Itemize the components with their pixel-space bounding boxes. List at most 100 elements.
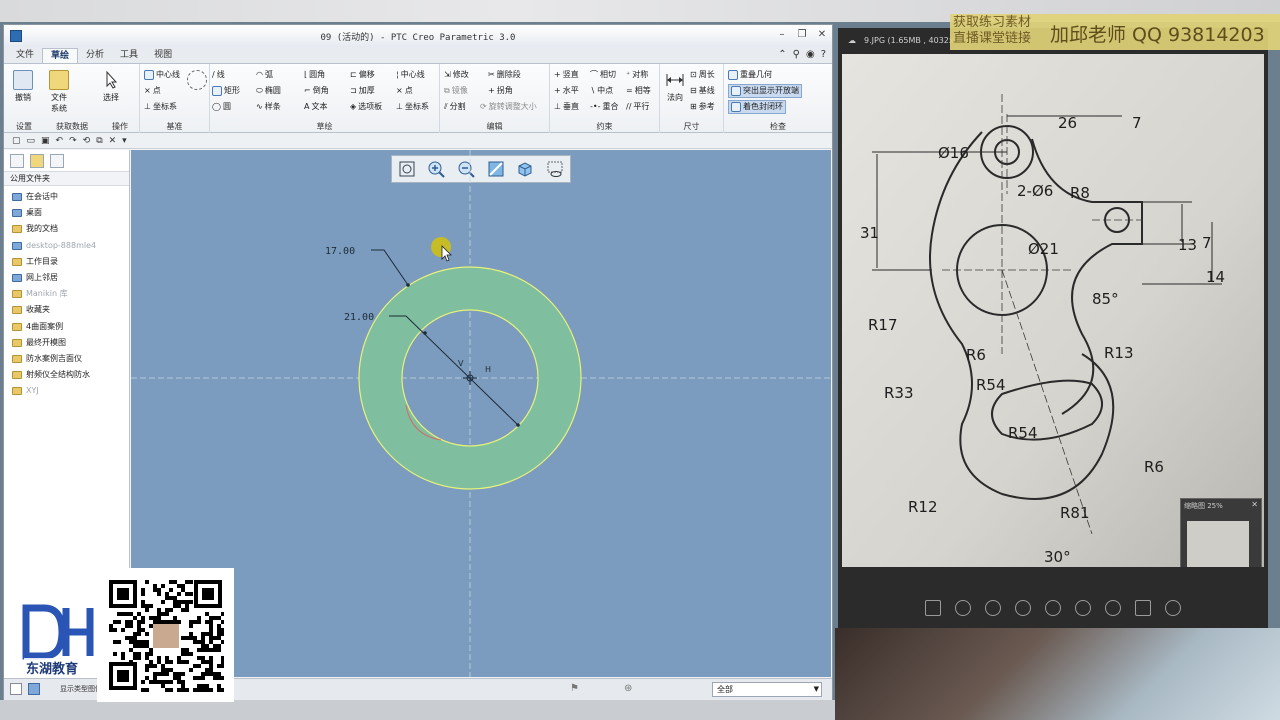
folder-item[interactable]: 网上邻居: [4, 270, 129, 286]
flag-icon[interactable]: ⚑: [570, 683, 579, 694]
arc-button[interactable]: ◠ 弧: [256, 68, 273, 82]
help-icon[interactable]: ?: [821, 49, 826, 60]
collapse-ribbon-icon[interactable]: ⌃: [778, 49, 786, 60]
delete-icon[interactable]: [1135, 600, 1151, 616]
redo-icon[interactable]: ↷: [69, 136, 77, 146]
group-label-get-data[interactable]: 获取数据: [56, 121, 88, 132]
folder-browser-tab-icon[interactable]: [30, 153, 44, 168]
crop-icon[interactable]: [925, 600, 941, 616]
favorites-tab-icon[interactable]: [50, 153, 64, 168]
zoom-in-icon[interactable]: [955, 600, 971, 616]
vertical-constraint-button[interactable]: + 竖直: [554, 68, 579, 82]
fillet-button[interactable]: ⌊ 圆角: [304, 68, 325, 82]
offset-button[interactable]: ⊏ 偏移: [350, 68, 375, 82]
browser-toggle-icon[interactable]: [28, 683, 40, 695]
folder-item[interactable]: 桌面: [4, 205, 129, 221]
more-options-icon[interactable]: [1165, 600, 1181, 616]
group-label-inspect[interactable]: 检查: [724, 121, 832, 132]
perpendicular-constraint-button[interactable]: ⊥ 垂直: [554, 100, 579, 114]
symmetric-constraint-button[interactable]: ⁺ 对称: [626, 68, 648, 82]
overlapping-geometry-button[interactable]: 重叠几何: [728, 68, 772, 82]
sketch-view-button[interactable]: [182, 70, 212, 92]
tab-analysis[interactable]: 分析: [78, 48, 112, 63]
shade-closed-loops-button[interactable]: 着色封闭环: [728, 100, 786, 114]
highlight-open-ends-button[interactable]: 突出显示开放端: [728, 84, 802, 98]
thumbnail-close-icon[interactable]: ✕: [1251, 500, 1258, 509]
divide-button[interactable]: ⫽ 分割: [444, 100, 466, 114]
tab-tools[interactable]: 工具: [112, 48, 146, 63]
regenerate-icon[interactable]: ⟲: [83, 136, 91, 146]
open-file-icon[interactable]: ▭: [27, 136, 36, 146]
datum-centerline-button[interactable]: 中心线: [144, 68, 180, 82]
status-panel-icon[interactable]: [10, 683, 22, 695]
folder-item[interactable]: XYJ: [4, 383, 129, 399]
group-label-edit[interactable]: 编辑: [440, 121, 549, 132]
group-label-settings[interactable]: 设置: [16, 121, 32, 132]
datum-point-button[interactable]: × 点: [144, 84, 161, 98]
group-label-dimension[interactable]: 尺寸: [660, 121, 723, 132]
restore-button[interactable]: ❐: [796, 29, 808, 41]
search-icon[interactable]: ⚲: [793, 49, 800, 60]
tab-sketch[interactable]: 草绘: [42, 48, 79, 63]
sketch-csys-button[interactable]: ⊥ 坐标系: [396, 100, 429, 114]
folder-item[interactable]: 收藏夹: [4, 302, 129, 318]
rotate-resize-button[interactable]: ⟳ 旋转调整大小: [480, 100, 537, 114]
modify-button[interactable]: ⇲ 修改: [444, 68, 469, 82]
rotate-left-icon[interactable]: [1075, 600, 1091, 616]
folder-item[interactable]: 我的文档: [4, 221, 129, 237]
folder-item[interactable]: 4曲面案例: [4, 319, 129, 335]
chamfer-button[interactable]: ⌐ 倒角: [304, 84, 329, 98]
group-label-sketch[interactable]: 草绘: [210, 121, 439, 132]
minimize-button[interactable]: –: [776, 29, 788, 41]
delete-segment-button[interactable]: ✂ 删除段: [488, 68, 521, 82]
model-tree-tab-icon[interactable]: [10, 153, 24, 168]
rotate-right-icon[interactable]: [1105, 600, 1121, 616]
thumbnail-navigator[interactable]: 缩略图 25% ✕: [1180, 498, 1262, 567]
file-system-button[interactable]: 文件 系统: [44, 70, 74, 114]
corner-button[interactable]: + 拐角: [488, 84, 513, 98]
text-button[interactable]: A 文本: [304, 100, 327, 114]
reference-button[interactable]: ⊞ 参考: [690, 100, 715, 114]
group-label-datum[interactable]: 基准: [140, 121, 209, 132]
close-window-icon[interactable]: ✕: [109, 136, 117, 146]
circle-button[interactable]: ◯ 圆: [212, 100, 231, 114]
equal-constraint-button[interactable]: = 相等: [626, 84, 651, 98]
undo-button[interactable]: 撤销: [8, 70, 38, 103]
next-image-icon[interactable]: [1045, 600, 1061, 616]
line-button[interactable]: ∕ 线: [212, 68, 225, 82]
folder-item[interactable]: 在会话中: [4, 189, 129, 205]
folder-item[interactable]: 射频仪全结构防水: [4, 367, 129, 383]
windows-icon[interactable]: ⧉: [96, 136, 102, 146]
baseline-button[interactable]: ⊟ 基线: [690, 84, 715, 98]
folder-item[interactable]: 工作目录: [4, 254, 129, 270]
folder-item[interactable]: Manikin 库: [4, 286, 129, 302]
horizontal-constraint-button[interactable]: + 水平: [554, 84, 579, 98]
parallel-constraint-button[interactable]: //平行: [626, 100, 649, 114]
folder-item[interactable]: 防水案例吉面仪: [4, 351, 129, 367]
group-label-operations[interactable]: 操作: [112, 121, 128, 132]
inner-diameter-dimension[interactable]: 21.00: [344, 312, 374, 323]
help-dropdown-icon[interactable]: ◉: [806, 49, 815, 60]
palette-button[interactable]: ◈ 选项板: [350, 100, 382, 114]
save-icon[interactable]: ▣: [41, 136, 50, 146]
tab-file[interactable]: 文件: [8, 48, 42, 63]
datum-csys-button[interactable]: ⊥ 坐标系: [144, 100, 177, 114]
group-label-constrain[interactable]: 约束: [550, 121, 659, 132]
perimeter-button[interactable]: ⊡ 周长: [690, 68, 715, 82]
mirror-button[interactable]: ⧉ 镜像: [444, 84, 468, 98]
spline-button[interactable]: ∿ 样条: [256, 100, 281, 114]
close-button[interactable]: ✕: [816, 29, 828, 41]
select-filter-icon[interactable]: ⊛: [624, 683, 632, 694]
coincident-constraint-button[interactable]: -•- 重合: [590, 100, 619, 114]
select-button[interactable]: 选择: [96, 70, 126, 103]
selection-filter-dropdown[interactable]: 全部 ▼: [712, 682, 822, 697]
tab-view[interactable]: 视图: [146, 48, 180, 63]
midpoint-constraint-button[interactable]: ∖ 中点: [590, 84, 613, 98]
customize-dropdown-icon[interactable]: ▾: [122, 136, 127, 146]
folder-item[interactable]: 最终开模图: [4, 335, 129, 351]
zoom-out-icon[interactable]: [985, 600, 1001, 616]
new-file-icon[interactable]: ▢: [12, 136, 21, 146]
sketch-canvas[interactable]: 17.00 21.00 V H: [131, 150, 831, 677]
outer-diameter-dimension[interactable]: 17.00: [325, 246, 355, 257]
thicken-button[interactable]: ⊐ 加厚: [350, 84, 375, 98]
